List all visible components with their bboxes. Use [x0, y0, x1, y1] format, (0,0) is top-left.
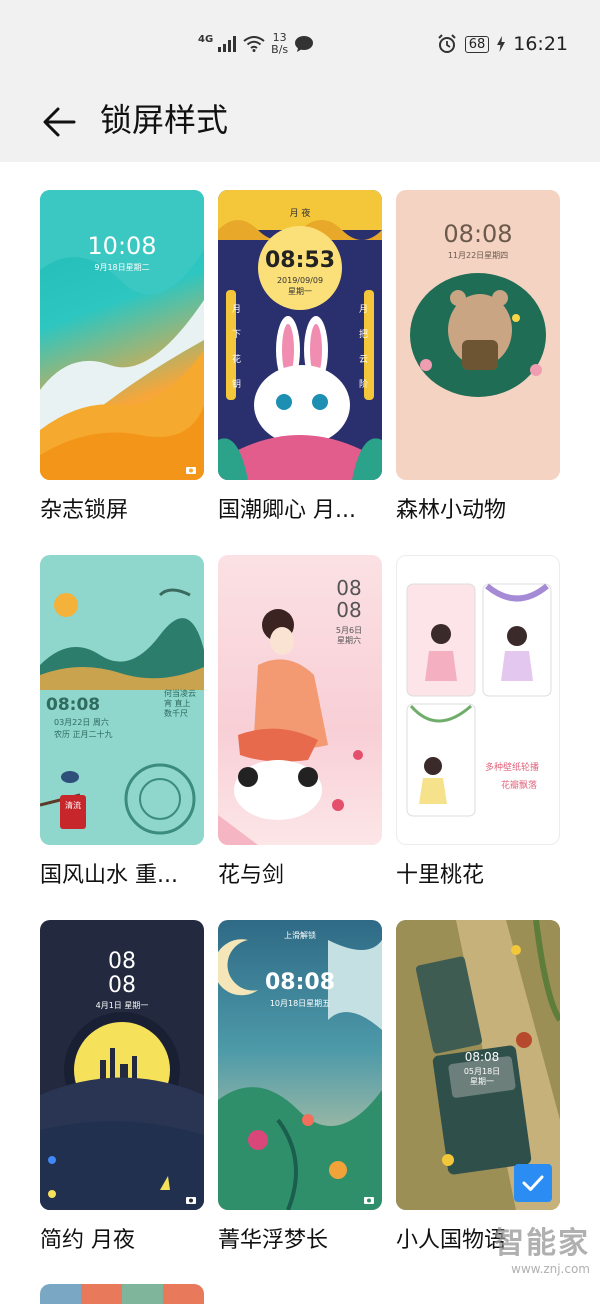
banner-text: 月 夜 — [289, 209, 311, 219]
theme-thumbnail[interactable]: 上滑解锁 08:08 10月18日星期五 — [218, 920, 382, 1210]
couplet-char: 把 — [358, 330, 368, 340]
theme-thumbnail-partial[interactable] — [40, 1284, 204, 1304]
theme-card[interactable]: 08:08 03月22日 周六 农历 正月二十九 何当凌云宵 直上数千尺 清流 … — [40, 555, 204, 888]
thumb-time: 08:53 — [264, 248, 336, 273]
theme-thumbnail[interactable]: 月 夜 08:53 2019/09/09 星期一 月 下 花 钥 月 把 云 阶 — [218, 190, 382, 480]
thumb-time: 10:08 — [87, 232, 157, 260]
check-icon — [522, 1175, 544, 1191]
thumb-date: 9月18日星期二 — [94, 263, 150, 272]
thumb-time: 08:08 — [46, 695, 101, 715]
theme-label: 森林小动物 — [396, 498, 507, 523]
couplet-char: 花 — [232, 355, 242, 365]
peacock-art — [218, 939, 382, 1210]
speed-unit: B/s — [271, 43, 289, 56]
thumb-lunar-date: 农历 正月二十九 — [54, 730, 113, 739]
battery-level: 68 — [464, 35, 490, 53]
theme-thumbnail[interactable]: 08 08 4月1日 星期一 — [40, 920, 204, 1210]
couplet-char: 阶 — [358, 380, 368, 390]
alarm-icon — [437, 34, 456, 53]
seal-text: 清流 — [65, 801, 81, 810]
app-header: 锁屏样式 — [0, 88, 600, 162]
watermark-brand: 智能家 — [494, 1226, 590, 1261]
wifi-icon — [243, 36, 265, 52]
thumb-date: 03月22日 周六 — [54, 718, 109, 727]
thumb-time-minute: 08 — [108, 973, 136, 998]
thumb-time: 08:08 — [464, 1050, 500, 1064]
thumb-time-minute: 08 — [336, 598, 362, 622]
moon-rabbit-art — [218, 190, 382, 480]
thumb-time: 08:08 — [264, 970, 336, 995]
peach-blossom-art — [406, 583, 552, 817]
selected-check — [514, 1164, 552, 1202]
couplet-char: 月 — [358, 305, 368, 315]
thumb-time-hour: 08 — [108, 949, 136, 974]
theme-card[interactable]: 08 08 5月6日 星期六 花与剑 — [218, 555, 382, 888]
caption-text: 花瓣飘落 — [501, 781, 538, 791]
message-icon — [295, 36, 314, 52]
theme-thumbnail[interactable]: 08:08 11月22日星期四 — [396, 190, 560, 480]
partial-thumb-art — [40, 1284, 204, 1304]
charging-icon — [497, 36, 506, 52]
couplet-char: 月 — [232, 305, 242, 315]
signal-icon — [218, 36, 237, 52]
couplet-char: 云 — [358, 355, 368, 365]
watermark: 智能家 www.znj.com — [494, 1226, 590, 1276]
theme-thumbnail[interactable]: 08:08 03月22日 周六 农历 正月二十九 何当凌云宵 直上数千尺 清流 — [40, 555, 204, 845]
theme-label: 菁华浮梦长 — [218, 1228, 329, 1253]
theme-label: 国潮卿心 月... — [218, 498, 356, 523]
theme-label: 简约 月夜 — [40, 1228, 135, 1253]
couplet-right: 月 把 云 阶 — [359, 302, 368, 390]
watermark-url: www.znj.com — [511, 1262, 590, 1276]
unlock-hint: 上滑解锁 — [284, 931, 316, 940]
theme-label: 国风山水 重... — [40, 863, 178, 888]
theme-card[interactable]: 多种壁纸轮播 花瓣飘落 十里桃花 — [396, 555, 560, 888]
couplet-char: 下 — [232, 330, 242, 340]
thumb-date: 10月18日星期五 — [269, 999, 331, 1008]
theme-thumbnail[interactable]: 08:08 05月18日 星期一 — [396, 920, 560, 1210]
thumb-date: 11月22日星期四 — [447, 251, 509, 260]
theme-thumbnail[interactable]: 多种壁纸轮播 花瓣飘落 — [396, 555, 560, 845]
theme-label: 花与剑 — [218, 863, 285, 888]
thumb-weekday: 星期六 — [337, 636, 361, 645]
network-type: 4G — [198, 33, 214, 45]
theme-card[interactable]: 08:08 11月22日星期四 森林小动物 — [396, 190, 560, 523]
theme-card[interactable]: 10:08 9月18日星期二 杂志锁屏 — [40, 190, 204, 523]
theme-label: 十里桃花 — [396, 863, 485, 888]
status-bar: 4G 13 B/s 68 16:21 — [0, 0, 600, 88]
page-title: 锁屏样式 — [100, 101, 229, 139]
camera-icon — [364, 1197, 374, 1204]
theme-thumbnail[interactable]: 10:08 9月18日星期二 — [40, 190, 204, 480]
caption-text: 多种壁纸轮播 — [485, 763, 540, 773]
thumb-date: 2019/09/09 — [276, 276, 324, 285]
clock: 16:21 — [513, 33, 568, 55]
couplet-left: 月 下 花 钥 — [232, 302, 241, 390]
thumb-time: 08:08 — [443, 220, 513, 248]
network-speed: 13 B/s — [271, 32, 288, 56]
poem-text: 何当凌云宵 直上数千尺 — [164, 689, 196, 718]
status-bar-right: 68 16:21 — [437, 28, 568, 60]
camera-icon — [186, 1197, 196, 1204]
theme-thumbnail[interactable]: 08 08 5月6日 星期六 — [218, 555, 382, 845]
theme-card[interactable]: 上滑解锁 08:08 10月18日星期五 菁华浮梦长 — [218, 920, 382, 1253]
thumb-time-hour: 08 — [336, 576, 362, 600]
theme-label: 杂志锁屏 — [40, 498, 129, 523]
arrow-left-icon — [43, 107, 76, 137]
back-button[interactable] — [40, 102, 80, 142]
thumb-weekday: 星期一 — [288, 287, 312, 296]
couplet-char: 钥 — [232, 380, 242, 390]
camera-icon — [186, 467, 196, 474]
theme-card-selected[interactable]: 08:08 05月18日 星期一 小人国物语 — [396, 920, 560, 1253]
thumb-weekday: 星期一 — [470, 1077, 494, 1086]
thumb-date: 4月1日 星期一 — [95, 1001, 149, 1010]
theme-card[interactable]: 08 08 4月1日 星期一 简约 月夜 — [40, 920, 204, 1253]
status-bar-center: 4G 13 B/s — [198, 28, 314, 60]
theme-card[interactable]: 月 夜 08:53 2019/09/09 星期一 月 下 花 钥 月 把 云 阶… — [218, 190, 382, 523]
